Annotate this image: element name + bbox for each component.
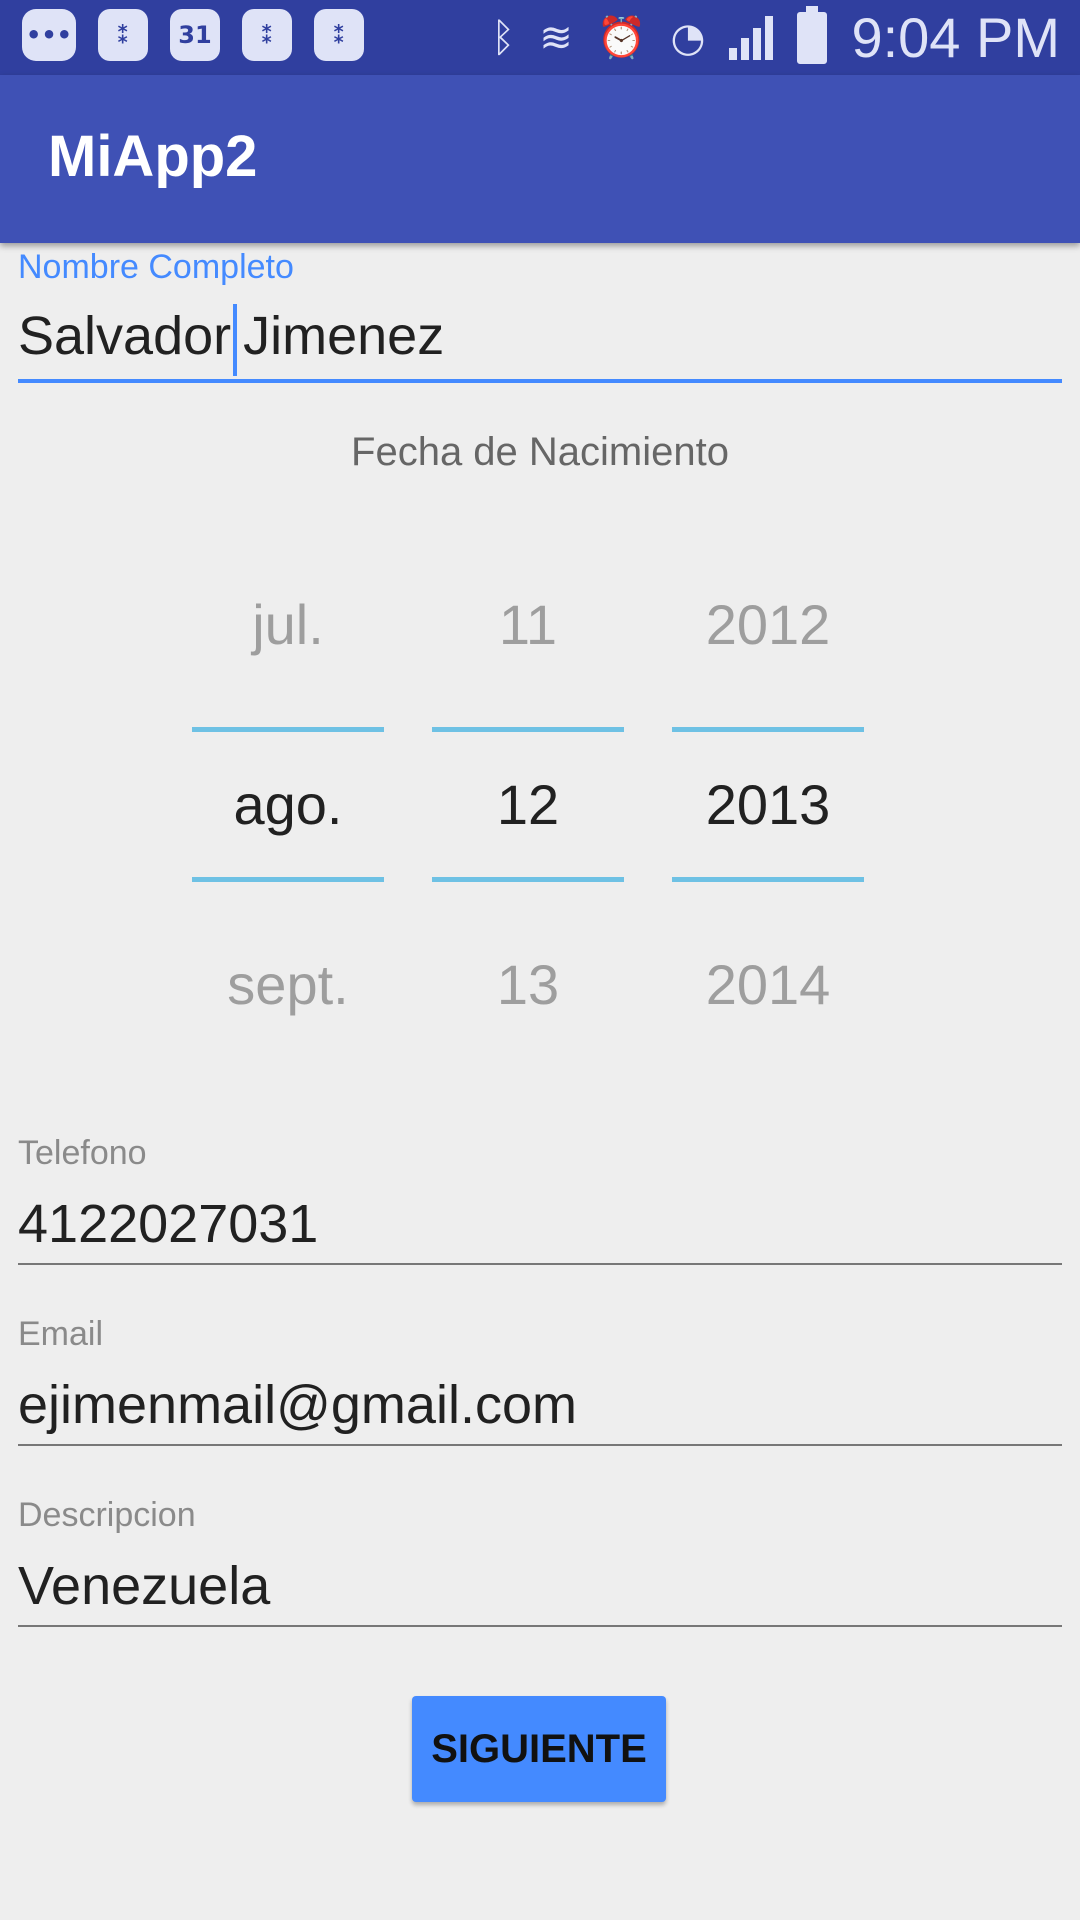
text-cursor (233, 303, 238, 376)
calendar-icon: 31 (170, 9, 220, 61)
app-icon: ⁑ (98, 9, 148, 61)
nombre-field[interactable]: Nombre Completo Salvador Jimenez (18, 248, 1062, 383)
signal-icon (729, 16, 774, 60)
day-next[interactable]: 13 (432, 952, 624, 1017)
year-prev[interactable]: 2012 (672, 592, 864, 657)
notification-icons: ••• ⁑ 31 ⁑ ⁑ (22, 9, 364, 61)
fecha-label: Fecha de Nacimiento (351, 430, 729, 474)
siguiente-button[interactable]: SIGUIENTE (412, 1696, 666, 1802)
alarm-icon: ⏰ (596, 15, 647, 61)
nombre-underline (18, 379, 1062, 383)
system-icons: ᛒ ≋ ⏰ ◔ 9:04 PM (491, 6, 1060, 70)
descripcion-field[interactable]: Descripcion Venezuela (18, 1496, 1062, 1627)
vibrate-icon: ≋ (539, 15, 573, 61)
day-divider-top (432, 727, 624, 732)
descripcion-input[interactable]: Venezuela (18, 1547, 1062, 1625)
month-selected[interactable]: ago. (192, 772, 384, 837)
telefono-underline (18, 1263, 1062, 1265)
nombre-input[interactable]: Salvador Jimenez (18, 297, 1062, 376)
nombre-value-part2: Jimenez (243, 306, 445, 366)
nombre-label: Nombre Completo (18, 248, 294, 286)
telefono-field[interactable]: Telefono 4122027031 (18, 1134, 1062, 1265)
month-divider-bottom (192, 877, 384, 882)
bluetooth-icon: ᛒ (491, 15, 516, 61)
day-selected[interactable]: 12 (432, 772, 624, 837)
status-bar: ••• ⁑ 31 ⁑ ⁑ ᛒ ≋ ⏰ ◔ 9:04 PM (0, 0, 1080, 75)
email-input[interactable]: ejimenmail@gmail.com (18, 1366, 1062, 1444)
email-label: Email (18, 1315, 104, 1353)
month-divider-top (192, 727, 384, 732)
app-icon: ⁑ (314, 9, 364, 61)
year-divider-top (672, 727, 864, 732)
status-clock: 9:04 PM (851, 6, 1060, 69)
app-title: MiApp2 (48, 124, 258, 189)
messages-icon: ••• (22, 9, 76, 61)
email-field[interactable]: Email ejimenmail@gmail.com (18, 1315, 1062, 1446)
day-divider-bottom (432, 877, 624, 882)
app-icon: ⁑ (242, 9, 292, 61)
month-next[interactable]: sept. (192, 952, 384, 1017)
day-prev[interactable]: 11 (432, 592, 624, 657)
year-next[interactable]: 2014 (672, 952, 864, 1017)
nombre-value-part1: Salvador (18, 306, 232, 366)
telefono-input[interactable]: 4122027031 (18, 1185, 1062, 1263)
wifi-icon: ◔ (670, 15, 706, 61)
descripcion-label: Descripcion (18, 1496, 196, 1534)
battery-charging-icon (797, 6, 828, 64)
year-selected[interactable]: 2013 (672, 772, 864, 837)
year-divider-bottom (672, 877, 864, 882)
email-underline (18, 1444, 1062, 1446)
descripcion-underline (18, 1625, 1062, 1627)
app-bar: MiApp2 (0, 75, 1080, 243)
month-prev[interactable]: jul. (192, 592, 384, 657)
telefono-label: Telefono (18, 1134, 147, 1172)
